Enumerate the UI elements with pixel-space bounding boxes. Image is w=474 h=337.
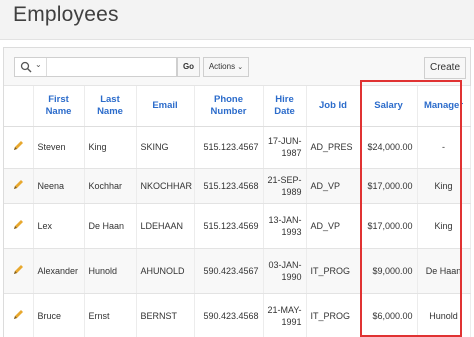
page-header: Employees (0, 0, 474, 40)
cell-manager: King (417, 203, 471, 249)
cell-hire-date: 21-SEP-1989 (263, 168, 307, 204)
cell-phone: 515.123.4569 (194, 203, 264, 249)
cell-phone: 590.423.4568 (194, 293, 264, 337)
table-row: Steven King SKING 515.123.4567 17-JUN-19… (4, 126, 471, 169)
cell-email: SKING (136, 126, 195, 169)
cell-last-name: Hunold (84, 248, 137, 294)
cell-hire-date: 03-JAN-1990 (263, 248, 307, 294)
column-header-manager[interactable]: Manager (417, 86, 471, 127)
actions-menu-button[interactable]: Actions ⌄ (203, 57, 249, 77)
pencil-icon[interactable] (13, 140, 24, 151)
column-header-email[interactable]: Email (136, 86, 195, 127)
cell-first-name: Lex (33, 203, 85, 249)
edit-cell[interactable] (4, 126, 34, 169)
cell-salary: $17,000.00 (360, 203, 418, 249)
cell-email: AHUNOLD (136, 248, 195, 294)
table-header-row: First Name Last Name Email Phone Number … (4, 86, 471, 127)
column-header-phone[interactable]: Phone Number (194, 86, 264, 127)
cell-first-name: Steven (33, 126, 85, 169)
column-header-first-name[interactable]: First Name (33, 86, 85, 127)
pencil-icon[interactable] (13, 309, 24, 320)
cell-first-name: Alexander (33, 248, 85, 294)
cell-last-name: Ernst (84, 293, 137, 337)
cell-hire-date: 13-JAN-1993 (263, 203, 307, 249)
cell-salary: $17,000.00 (360, 168, 418, 204)
column-search-select[interactable]: ⌄ (15, 58, 47, 76)
cell-job-id: AD_PRES (306, 126, 361, 169)
cell-last-name: Kochhar (84, 168, 137, 204)
cell-email: LDEHAAN (136, 203, 195, 249)
search-box: ⌄ (14, 57, 177, 77)
create-button[interactable]: Create (424, 57, 466, 79)
cell-phone: 515.123.4568 (194, 168, 264, 204)
cell-last-name: De Haan (84, 203, 137, 249)
chevron-down-icon: ⌄ (35, 60, 42, 69)
edit-cell[interactable] (4, 168, 34, 204)
cell-phone: 515.123.4567 (194, 126, 264, 169)
cell-last-name: King (84, 126, 137, 169)
search-icon (20, 61, 32, 73)
cell-first-name: Bruce (33, 293, 85, 337)
column-header-job-id[interactable]: Job Id (306, 86, 361, 127)
cell-email: NKOCHHAR (136, 168, 195, 204)
table-row: Bruce Ernst BERNST 590.423.4568 21-MAY-1… (4, 293, 471, 337)
report-toolbar: ⌄ Go Actions ⌄ Create (4, 48, 470, 86)
table-row: Lex De Haan LDEHAAN 515.123.4569 13-JAN-… (4, 203, 471, 249)
cell-manager: King (417, 168, 471, 204)
cell-email: BERNST (136, 293, 195, 337)
page-title: Employees (13, 3, 119, 26)
pencil-icon[interactable] (13, 179, 24, 190)
column-header-last-name[interactable]: Last Name (84, 86, 137, 127)
edit-cell[interactable] (4, 248, 34, 294)
cell-salary: $6,000.00 (360, 293, 418, 337)
cell-job-id: IT_PROG (306, 248, 361, 294)
cell-first-name: Neena (33, 168, 85, 204)
cell-manager: - (417, 126, 471, 169)
cell-job-id: AD_VP (306, 168, 361, 204)
actions-label: Actions (208, 62, 236, 71)
cell-phone: 590.423.4567 (194, 248, 264, 294)
chevron-down-icon: ⌄ (237, 64, 244, 71)
cell-hire-date: 17-JUN-1987 (263, 126, 307, 169)
cell-salary: $9,000.00 (360, 248, 418, 294)
cell-manager: Hunold (417, 293, 471, 337)
cell-salary: $24,000.00 (360, 126, 418, 169)
employees-table: First Name Last Name Email Phone Number … (4, 86, 471, 337)
cell-hire-date: 21-MAY-1991 (263, 293, 307, 337)
cell-job-id: IT_PROG (306, 293, 361, 337)
edit-cell[interactable] (4, 203, 34, 249)
cell-job-id: AD_VP (306, 203, 361, 249)
pencil-icon[interactable] (13, 219, 24, 230)
cell-manager: De Haan (417, 248, 471, 294)
search-input[interactable] (48, 58, 176, 76)
table-row: Neena Kochhar NKOCHHAR 515.123.4568 21-S… (4, 168, 471, 204)
edit-cell[interactable] (4, 293, 34, 337)
table-row: Alexander Hunold AHUNOLD 590.423.4567 03… (4, 248, 471, 294)
column-header-salary[interactable]: Salary (360, 86, 418, 127)
column-header-edit (4, 86, 34, 127)
report-region: ⌄ Go Actions ⌄ Create First Name Last Na… (3, 47, 471, 337)
column-header-hire-date[interactable]: Hire Date (263, 86, 307, 127)
go-button[interactable]: Go (177, 57, 200, 77)
pencil-icon[interactable] (13, 264, 24, 275)
